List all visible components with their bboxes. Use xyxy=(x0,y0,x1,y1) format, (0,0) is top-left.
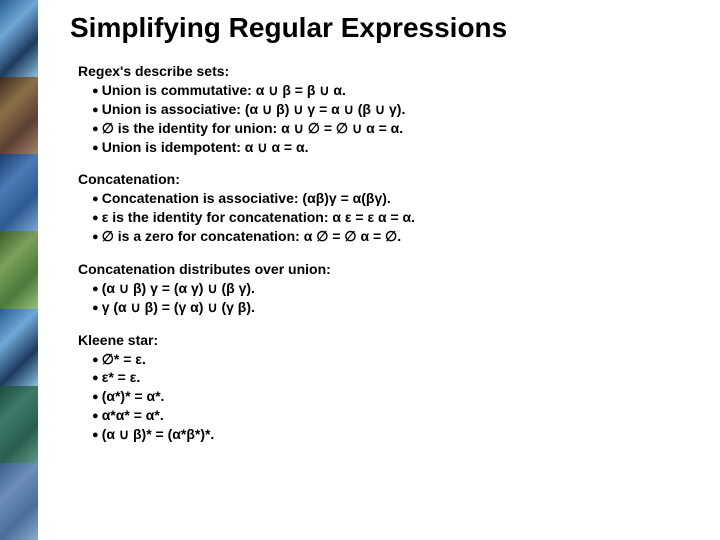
bullet-item: ∅ is a zero for concatenation: α ∅ = ∅ α… xyxy=(78,227,710,246)
sidebar-tile xyxy=(0,77,38,154)
bullet-item: (α ∪ β) γ = (α γ) ∪ (β γ). xyxy=(78,279,710,298)
slide-content: Simplifying Regular Expressions Regex's … xyxy=(38,0,720,540)
sidebar-tile xyxy=(0,154,38,231)
bullet-item: ∅ is the identity for union: α ∪ ∅ = ∅ ∪… xyxy=(78,119,710,138)
section-distribution: Concatenation distributes over union: (α… xyxy=(78,260,710,317)
bullet-item: Concatenation is associative: (αβ)γ = α(… xyxy=(78,189,710,208)
bullet-item: Union is commutative: α ∪ β = β ∪ α. xyxy=(78,81,710,100)
bullet-item: ε is the identity for concatenation: α ε… xyxy=(78,208,710,227)
bullet-item: (α*)* = α*. xyxy=(78,387,710,406)
bullet-item: α*α* = α*. xyxy=(78,406,710,425)
bullet-item: Union is idempotent: α ∪ α = α. xyxy=(78,138,710,157)
section-kleene-star: Kleene star: ∅* = ε. ε* = ε. (α*)* = α*.… xyxy=(78,331,710,444)
bullet-item: (α ∪ β)* = (α*β*)*. xyxy=(78,425,710,444)
section-head: Regex's describe sets: xyxy=(78,62,710,81)
section-head: Concatenation distributes over union: xyxy=(78,260,710,279)
sidebar-tile xyxy=(0,309,38,386)
sidebar-tile xyxy=(0,463,38,540)
section-regex-sets: Regex's describe sets: Union is commutat… xyxy=(78,62,710,156)
bullet-item: Union is associative: (α ∪ β) ∪ γ = α ∪ … xyxy=(78,100,710,119)
decorative-sidebar xyxy=(0,0,38,540)
section-concatenation: Concatenation: Concatenation is associat… xyxy=(78,170,710,246)
bullet-item: γ (α ∪ β) = (γ α) ∪ (γ β). xyxy=(78,298,710,317)
sidebar-tile xyxy=(0,0,38,77)
section-head: Concatenation: xyxy=(78,170,710,189)
sidebar-tile xyxy=(0,231,38,308)
section-head: Kleene star: xyxy=(78,331,710,350)
bullet-item: ∅* = ε. xyxy=(78,350,710,369)
bullet-item: ε* = ε. xyxy=(78,368,710,387)
sidebar-tile xyxy=(0,386,38,463)
slide-title: Simplifying Regular Expressions xyxy=(70,12,710,44)
